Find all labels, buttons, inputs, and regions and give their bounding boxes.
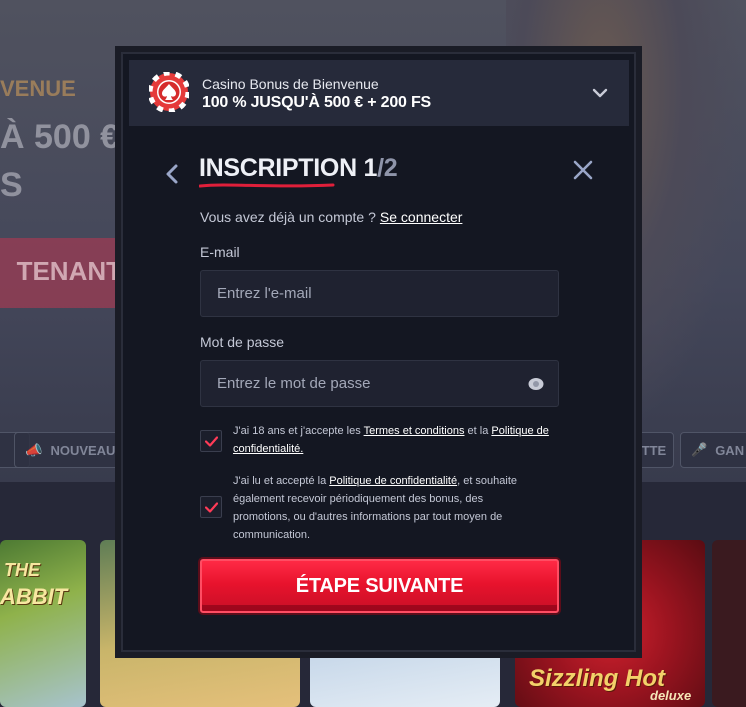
bonus-selector[interactable]: Casino Bonus de Bienvenue 100 % JUSQU'À …	[129, 60, 629, 126]
microphone-icon: 🎤	[691, 442, 708, 457]
terms-text-pre: J'ai 18 ans et j'accepte les	[233, 425, 364, 437]
megaphone-icon: 📣	[25, 441, 43, 458]
next-step-button[interactable]: ÉTAPE SUIVANTE	[200, 559, 559, 613]
terms-link[interactable]: Termes et conditions	[364, 425, 465, 437]
marketing-text: J'ai lu et accepté la Politique de confi…	[233, 472, 543, 544]
step-total: 2	[383, 154, 398, 182]
step-current: 1	[363, 154, 378, 182]
bonus-value: 100 % JUSQU'À 500 € + 200 FS	[202, 94, 432, 111]
poker-chip-icon	[149, 72, 189, 112]
bg-hero-amount-2: S	[0, 166, 23, 204]
marketing-consent-row: J'ai lu et accepté la Politique de confi…	[200, 472, 580, 546]
page-title: INSCRIPTION 1/2	[199, 154, 398, 183]
bg-category-chip-new[interactable]: 📣 NOUVEAU	[14, 432, 122, 468]
login-prompt-text: Vous avez déjà un compte ?	[200, 209, 376, 225]
bg-category-chip-games[interactable]: 🎤 GAN	[680, 432, 746, 468]
bg-tile-title: THE	[4, 560, 40, 580]
bg-hero-subtitle: VENUE	[0, 76, 76, 101]
bg-tile-title: ABBIT	[0, 584, 68, 609]
terms-text-mid: et la	[464, 425, 492, 437]
bg-hero-button-label: TENANT	[16, 256, 122, 286]
title-text: INSCRIPTION	[199, 154, 357, 182]
marketing-privacy-link[interactable]: Politique de confidentialité	[329, 475, 457, 487]
bg-tile-title: Sizzling Hot	[529, 665, 665, 692]
bg-hero-amount: À 500 €	[0, 118, 120, 156]
bg-chip-label: ETTE	[633, 442, 667, 458]
password-label: Mot de passe	[200, 334, 285, 350]
bonus-title: Casino Bonus de Bienvenue	[202, 76, 379, 92]
terms-text: J'ai 18 ans et j'accepte les Termes et c…	[233, 422, 553, 458]
login-prompt: Vous avez déjà un compte ? Se connecter	[200, 209, 462, 225]
password-field[interactable]	[217, 375, 542, 392]
step-separator: /	[377, 154, 384, 182]
close-icon[interactable]	[571, 158, 595, 182]
bg-game-tile-5[interactable]	[712, 540, 746, 707]
terms-checkbox[interactable]	[200, 430, 222, 452]
step-indicator: 1/2	[363, 154, 397, 182]
title-underline-stroke	[199, 183, 335, 188]
checkmark-icon	[205, 436, 218, 447]
terms-consent-row: J'ai 18 ans et j'accepte les Termes et c…	[200, 422, 580, 462]
bg-game-tile-rabbit[interactable]: THE ABBIT	[0, 540, 86, 707]
login-link[interactable]: Se connecter	[380, 209, 463, 225]
chevron-down-icon[interactable]	[589, 82, 611, 104]
email-label: E-mail	[200, 244, 240, 260]
bg-tile-subtitle: deluxe	[650, 688, 692, 703]
marketing-text-pre: J'ai lu et accepté la	[233, 475, 330, 487]
checkmark-icon	[205, 502, 218, 513]
password-field-wrapper	[200, 360, 559, 407]
chevron-left-icon[interactable]	[163, 162, 181, 186]
email-field[interactable]	[217, 285, 542, 302]
eye-icon[interactable]	[528, 377, 544, 391]
bg-chip-label: NOUVEAU	[50, 442, 116, 458]
registration-modal: Casino Bonus de Bienvenue 100 % JUSQU'À …	[121, 52, 636, 652]
email-field-wrapper	[200, 270, 559, 317]
bg-chip-label: GAN	[715, 442, 745, 458]
marketing-checkbox[interactable]	[200, 496, 222, 518]
